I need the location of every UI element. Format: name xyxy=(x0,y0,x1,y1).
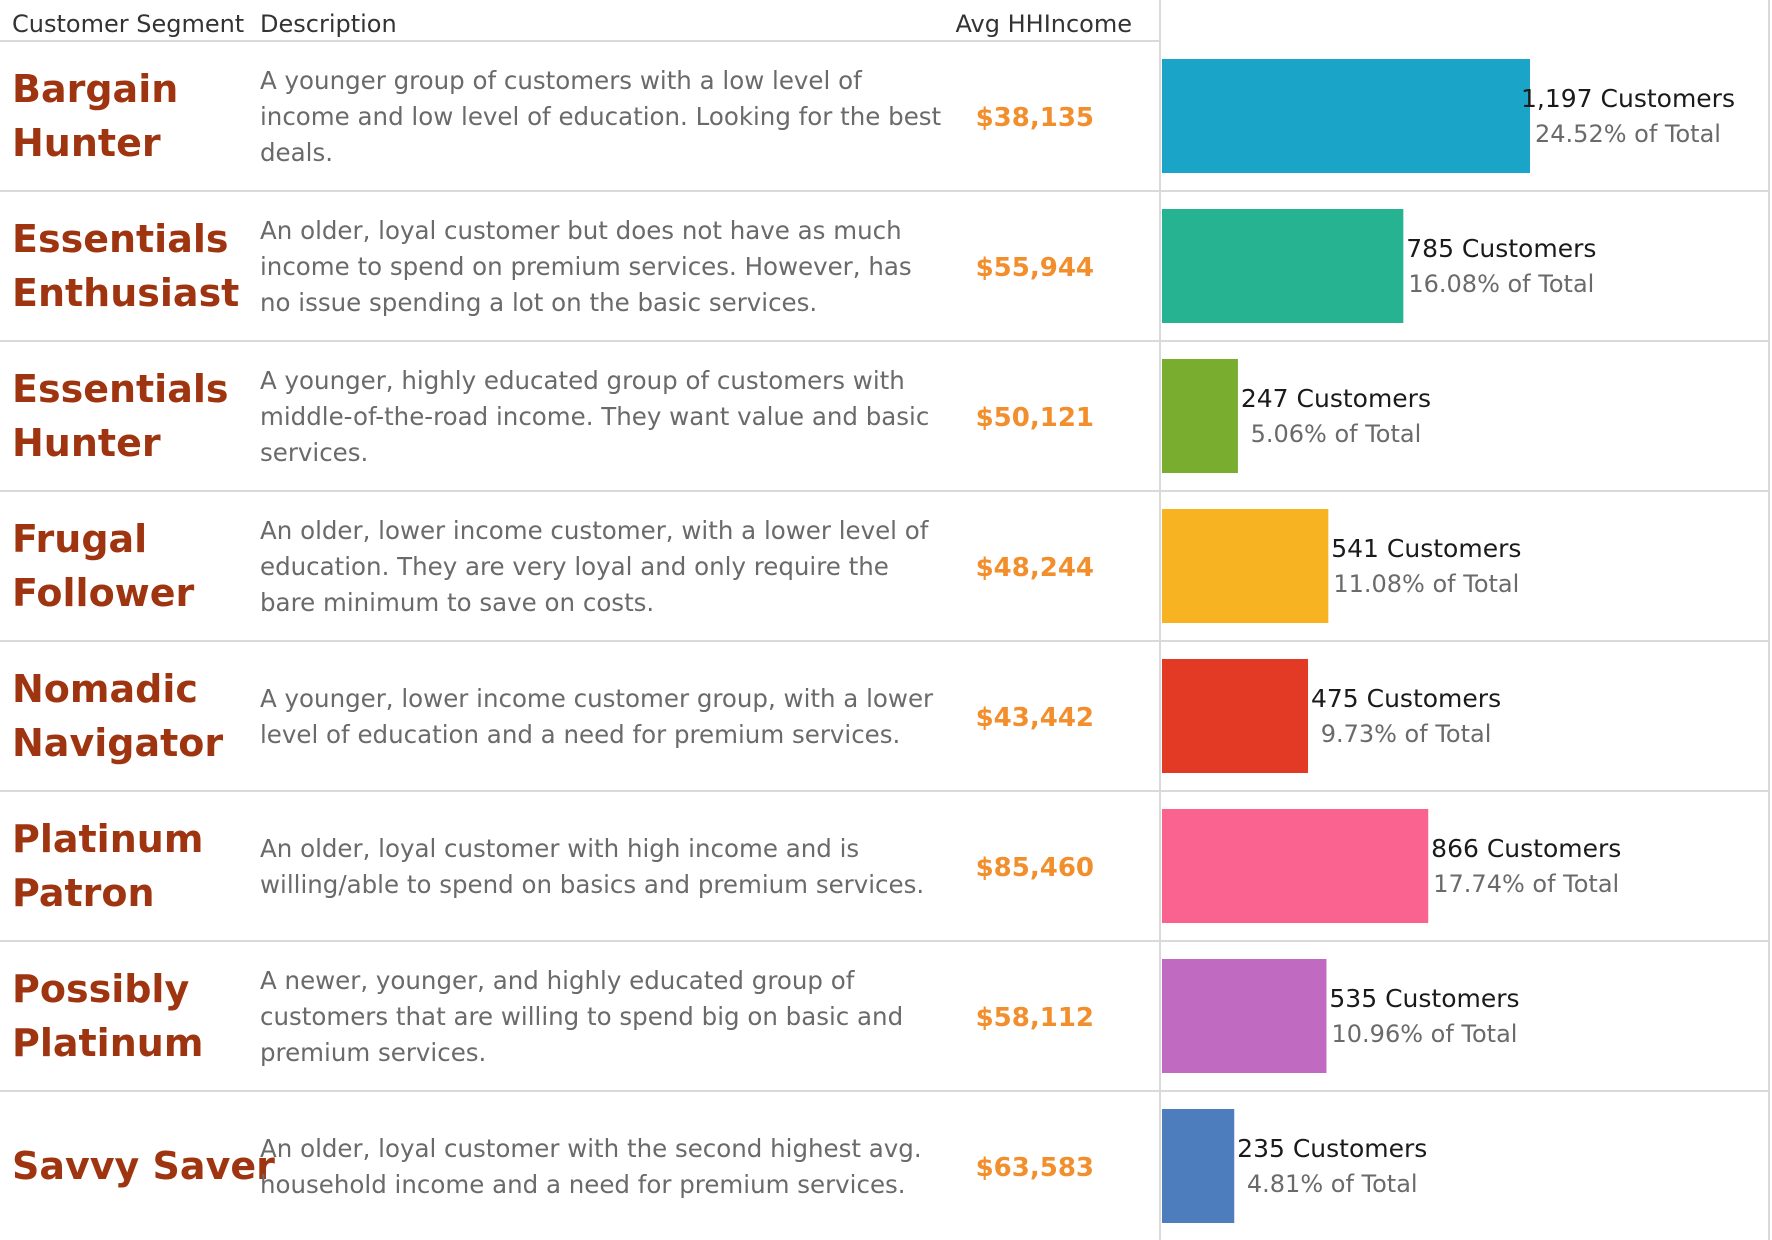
customer-count-bar xyxy=(1162,209,1404,323)
segment-description: middle-of-the-road income. They want val… xyxy=(260,402,929,431)
segment-name: Hunter xyxy=(12,421,161,465)
segment-description: bare minimum to save on costs. xyxy=(260,588,654,617)
avg-hhincome-value: $50,121 xyxy=(976,403,1094,433)
table-row: Frugal Follower An older, lower income cus… xyxy=(12,509,1521,623)
customer-count-bar xyxy=(1162,509,1329,623)
segment-name: Navigator xyxy=(12,721,223,765)
percent-of-total-label: 5.06% of Total xyxy=(1251,420,1422,448)
avg-hhincome-value: $63,583 xyxy=(976,1153,1094,1183)
percent-of-total-label: 4.81% of Total xyxy=(1247,1170,1418,1198)
segment-name: Savvy Saver xyxy=(12,1144,275,1188)
segment-description: An older, loyal customer with high incom… xyxy=(260,834,859,863)
table-header: Customer Segment Description Avg HHIncom… xyxy=(12,10,1132,38)
segment-description: An older, loyal customer but does not ha… xyxy=(260,216,902,245)
segment-description: income to spend on premium services. How… xyxy=(260,252,912,281)
segment-name: Possibly xyxy=(12,967,189,1011)
customer-count-label: 247 Customers xyxy=(1241,384,1431,413)
customer-count-bar xyxy=(1162,359,1238,473)
segment-name: Nomadic xyxy=(12,667,198,711)
customer-count-label: 866 Customers xyxy=(1431,834,1621,863)
customer-count-bar xyxy=(1162,959,1327,1073)
customer-count-bar xyxy=(1162,659,1309,773)
segment-description: deals. xyxy=(260,138,333,167)
header-description: Description xyxy=(260,10,397,38)
segment-name: Frugal xyxy=(12,517,147,561)
table-row: Essentials Hunter A younger, highly educat… xyxy=(12,359,1431,473)
customer-count-label: 475 Customers xyxy=(1311,684,1501,713)
segment-description: A younger, highly educated group of cust… xyxy=(260,366,905,395)
segment-name: Platinum xyxy=(12,817,203,861)
avg-hhincome-value: $38,135 xyxy=(976,103,1094,133)
segment-name: Patron xyxy=(12,871,155,915)
avg-hhincome-value: $58,112 xyxy=(976,1003,1094,1033)
segment-description: services. xyxy=(260,438,368,467)
segment-description: customers that are willing to spend big … xyxy=(260,1002,903,1031)
customer-count-label: 535 Customers xyxy=(1329,984,1519,1013)
percent-of-total-label: 9.73% of Total xyxy=(1321,720,1492,748)
avg-hhincome-value: $43,442 xyxy=(976,703,1094,733)
avg-hhincome-value: $55,944 xyxy=(976,253,1094,283)
segment-name: Enthusiast xyxy=(12,271,239,315)
segment-description: A newer, younger, and highly educated gr… xyxy=(260,966,856,995)
header-customer-segment: Customer Segment xyxy=(12,10,244,38)
table-row: Essentials Enthusiast An older, loyal cust… xyxy=(12,209,1596,323)
table-row: Possibly Platinum A newer, younger, and hi… xyxy=(12,959,1520,1073)
customer-count-bar xyxy=(1162,59,1530,173)
segment-name: Essentials xyxy=(12,367,229,411)
customer-count-label: 1,197 Customers xyxy=(1521,84,1735,113)
segment-description: household income and a need for premium … xyxy=(260,1170,906,1199)
segment-name: Hunter xyxy=(12,121,161,165)
segment-name: Follower xyxy=(12,571,195,615)
header-avg-hhincome: Avg HHIncome xyxy=(956,10,1132,38)
table-row: Nomadic Navigator A younger, lower income … xyxy=(12,659,1501,773)
segment-description: education. They are very loyal and only … xyxy=(260,552,889,581)
customer-segment-table: Customer Segment Description Avg HHIncom… xyxy=(0,0,1770,1240)
segment-description: A younger, lower income customer group, … xyxy=(260,684,934,713)
percent-of-total-label: 17.74% of Total xyxy=(1433,870,1619,898)
customer-count-label: 785 Customers xyxy=(1406,234,1596,263)
segment-name: Bargain xyxy=(12,67,178,111)
segment-description: An older, lower income customer, with a … xyxy=(260,516,930,545)
segment-description: A younger group of customers with a low … xyxy=(260,66,863,95)
customer-count-bar xyxy=(1162,1109,1235,1223)
avg-hhincome-value: $85,460 xyxy=(976,853,1094,883)
percent-of-total-label: 16.08% of Total xyxy=(1408,270,1594,298)
segment-name: Essentials xyxy=(12,217,229,261)
customer-count-label: 235 Customers xyxy=(1237,1134,1427,1163)
customer-count-bar xyxy=(1162,809,1429,923)
segment-description: willing/able to spend on basics and prem… xyxy=(260,870,924,899)
avg-hhincome-value: $48,244 xyxy=(976,553,1094,583)
segment-description: no issue spending a lot on the basic ser… xyxy=(260,288,817,317)
segment-name: Platinum xyxy=(12,1021,203,1065)
segment-description: premium services. xyxy=(260,1038,486,1067)
percent-of-total-label: 10.96% of Total xyxy=(1332,1020,1518,1048)
percent-of-total-label: 11.08% of Total xyxy=(1333,570,1519,598)
customer-count-label: 541 Customers xyxy=(1331,534,1521,563)
table-row: Bargain Hunter A younger group of customer… xyxy=(12,59,1735,173)
table-row: Savvy SaverAn older, loyal customer with… xyxy=(12,1109,1427,1223)
segment-description: income and low level of education. Looki… xyxy=(260,102,942,131)
segment-description: An older, loyal customer with the second… xyxy=(260,1134,922,1163)
percent-of-total-label: 24.52% of Total xyxy=(1535,120,1721,148)
segment-description: level of education and a need for premiu… xyxy=(260,720,900,749)
table-row: Platinum Patron An older, loyal customer w… xyxy=(12,809,1621,923)
